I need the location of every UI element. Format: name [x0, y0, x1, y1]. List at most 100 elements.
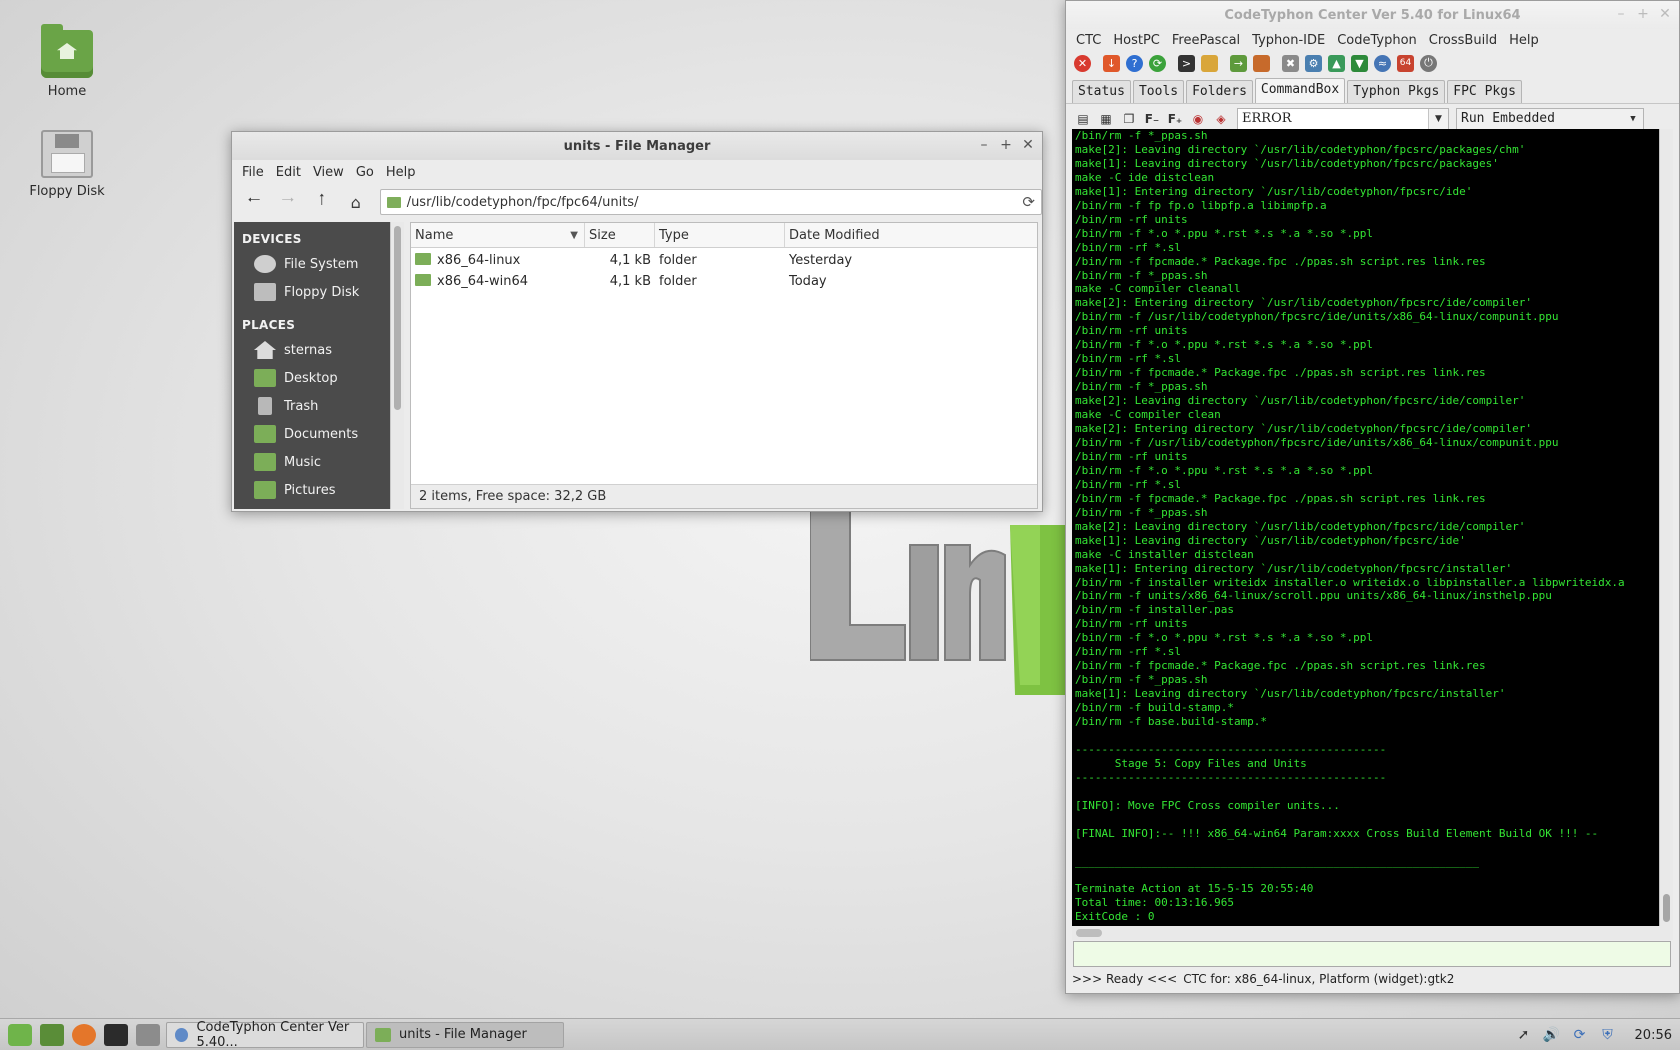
font-larger-icon[interactable]: F₊ — [1166, 110, 1184, 128]
menu-file[interactable]: File — [238, 165, 272, 180]
mint-menu-icon[interactable] — [8, 1023, 32, 1046]
chevron-down-icon[interactable]: ▼ — [1623, 109, 1643, 129]
home-icon[interactable]: ⌂ — [342, 188, 370, 216]
sidebar-item-desktop[interactable]: Desktop — [234, 364, 390, 392]
codetyphon-titlebar[interactable]: CodeTyphon Center Ver 5.40 for Linux64 –… — [1066, 1, 1679, 29]
sidebar-item-trash[interactable]: Trash — [234, 392, 390, 420]
volume-icon[interactable]: 🔊 — [1543, 1026, 1561, 1044]
forward-arrow-icon[interactable]: 🠂 — [274, 188, 302, 216]
maximize-icon[interactable]: + — [998, 136, 1014, 154]
tab-typhon-pkgs[interactable]: Typhon Pkgs — [1347, 80, 1446, 103]
column-size[interactable]: Size — [585, 223, 655, 247]
tab-fpc-pkgs[interactable]: FPC Pkgs — [1447, 80, 1522, 103]
font-smaller-icon[interactable]: F₋ — [1143, 110, 1161, 128]
minimize-icon[interactable]: – — [1613, 5, 1629, 23]
menu-ctc[interactable]: CTC — [1072, 33, 1109, 48]
sidebar-item-pictures[interactable]: Pictures — [234, 476, 390, 504]
maximize-icon[interactable]: + — [1635, 5, 1651, 23]
codetyphon-window[interactable]: CodeTyphon Center Ver 5.40 for Linux64 –… — [1065, 0, 1680, 994]
firefox-icon[interactable] — [72, 1023, 96, 1046]
save-icon[interactable]: ▦ — [1097, 110, 1115, 128]
status-ready: >>> Ready <<< — [1072, 972, 1178, 986]
sidebar-item-documents[interactable]: Documents — [234, 420, 390, 448]
files-icon[interactable] — [136, 1023, 160, 1046]
copy-icon[interactable]: ❐ — [1120, 110, 1138, 128]
settings-icon[interactable]: ⚙ — [1305, 54, 1322, 72]
menu-edit[interactable]: Edit — [272, 165, 309, 180]
menu-help[interactable]: Help — [1505, 33, 1547, 48]
table-row[interactable]: x86_64-linux 4,1 kB folder Yesterday — [411, 250, 1037, 271]
filter-combo[interactable]: ERROR ▼ — [1237, 107, 1449, 130]
stop-icon[interactable]: ✕ — [1074, 54, 1091, 72]
menu-typhon-ide[interactable]: Typhon-IDE — [1248, 33, 1333, 48]
desktop-icon-floppy[interactable]: Floppy Disk — [17, 130, 117, 199]
menu-hostpc[interactable]: HostPC — [1109, 33, 1168, 48]
file-manager-window[interactable]: units - File Manager – + ✕ File Edit Vie… — [231, 131, 1043, 512]
column-date[interactable]: Date Modified — [785, 223, 1037, 247]
close-icon[interactable]: ✕ — [1657, 5, 1673, 23]
menu-freepascal[interactable]: FreePascal — [1168, 33, 1248, 48]
desktop-icon-home[interactable]: Home — [17, 24, 117, 99]
folder-icon[interactable] — [1201, 54, 1218, 72]
file-manager-titlebar[interactable]: units - File Manager – + ✕ — [232, 132, 1042, 160]
terminal-line: make[1]: Leaving directory `/usr/lib/cod… — [1075, 156, 1499, 170]
refresh-icon[interactable]: ⟳ — [1149, 54, 1166, 72]
download-icon[interactable]: ↓ — [1103, 54, 1120, 72]
command-output-terminal[interactable]: /bin/rm -f *_ppas.sh make[2]: Leaving dir… — [1072, 129, 1659, 926]
up-arrow-icon[interactable]: 🠁 — [308, 188, 336, 216]
run-mode-select[interactable]: Run Embedded ▼ — [1456, 107, 1644, 130]
menu-help[interactable]: Help — [382, 165, 424, 180]
task-codetyphon[interactable]: CodeTyphon Center Ver 5.40... — [166, 1020, 364, 1050]
minimize-icon[interactable]: – — [976, 136, 992, 154]
sidebar-item-floppy-disk[interactable]: Floppy Disk — [234, 278, 390, 306]
clock[interactable]: 20:56 — [1635, 1028, 1672, 1043]
close-icon[interactable]: ✕ — [1020, 136, 1036, 154]
location-bar[interactable]: /usr/lib/codetyphon/fpc/fpc64/units/ ⟳ — [379, 189, 1042, 215]
file-list[interactable]: Name ▼ Size Type Date Modified x86_64-li… — [410, 222, 1038, 509]
menu-crossbuild[interactable]: CrossBuild — [1425, 33, 1505, 48]
sidebar-item-home[interactable]: sternas — [234, 336, 390, 364]
task-file-manager[interactable]: units - File Manager — [366, 1021, 564, 1048]
tools-icon[interactable]: ✖ — [1282, 54, 1299, 72]
sidebar-item-label: Desktop — [284, 370, 338, 386]
tab-folders[interactable]: Folders — [1186, 80, 1253, 103]
tab-tools[interactable]: Tools — [1132, 80, 1185, 103]
menu-codetyphon[interactable]: CodeTyphon — [1333, 33, 1425, 48]
terminal-horizontal-scrollbar[interactable] — [1072, 926, 1673, 940]
power-icon[interactable]: ⏻ — [1420, 54, 1437, 72]
menu-go[interactable]: Go — [352, 165, 382, 180]
import-icon[interactable]: → — [1230, 54, 1247, 72]
column-type[interactable]: Type — [655, 223, 785, 247]
show-desktop-icon[interactable] — [40, 1023, 64, 1046]
find-next-icon[interactable]: ◈ — [1212, 110, 1230, 128]
table-row[interactable]: x86_64-win64 4,1 kB folder Today — [411, 271, 1037, 292]
find-icon[interactable]: ◉ — [1189, 110, 1207, 128]
sidebar-scrollbar[interactable] — [390, 222, 404, 509]
reload-icon[interactable]: ⟳ — [1022, 193, 1035, 211]
back-arrow-icon[interactable]: 🠀 — [240, 188, 268, 216]
signal-icon[interactable]: ≈ — [1374, 54, 1391, 72]
chevron-down-icon[interactable]: ▼ — [1428, 108, 1448, 129]
terminal-icon[interactable] — [104, 1023, 128, 1046]
brush-icon[interactable] — [1253, 54, 1270, 72]
network-icon[interactable]: ➚ — [1515, 1026, 1533, 1044]
terminal-line: [INFO]: Move FPC Cross compiler units... — [1075, 798, 1340, 812]
command-input[interactable] — [1073, 941, 1671, 967]
clear-icon[interactable]: ▤ — [1074, 110, 1092, 128]
codetyphon-tray-icon[interactable]: ⟳ — [1571, 1026, 1589, 1044]
menu-view[interactable]: View — [309, 165, 352, 180]
tab-status[interactable]: Status — [1072, 80, 1131, 103]
terminal-vertical-scrollbar[interactable] — [1659, 129, 1673, 926]
build-icon[interactable]: ▲ — [1328, 54, 1345, 72]
sidebar-item-file-system[interactable]: File System — [234, 250, 390, 278]
package-icon[interactable]: ▼ — [1351, 54, 1368, 72]
terminal-icon[interactable]: > — [1178, 54, 1195, 72]
shield-icon[interactable]: ⛨ — [1599, 1026, 1617, 1044]
linux-mint-wallpaper-logo — [810, 504, 1070, 695]
cpu-64-icon[interactable]: 64 — [1397, 54, 1414, 72]
codetyphon-status-bar: >>> Ready <<< CTC for: x86_64-linux, Pla… — [1072, 969, 1454, 989]
sidebar-item-music[interactable]: Music — [234, 448, 390, 476]
column-name[interactable]: Name ▼ — [411, 223, 585, 247]
tab-commandbox[interactable]: CommandBox — [1254, 78, 1346, 103]
help-icon[interactable]: ? — [1126, 54, 1143, 72]
